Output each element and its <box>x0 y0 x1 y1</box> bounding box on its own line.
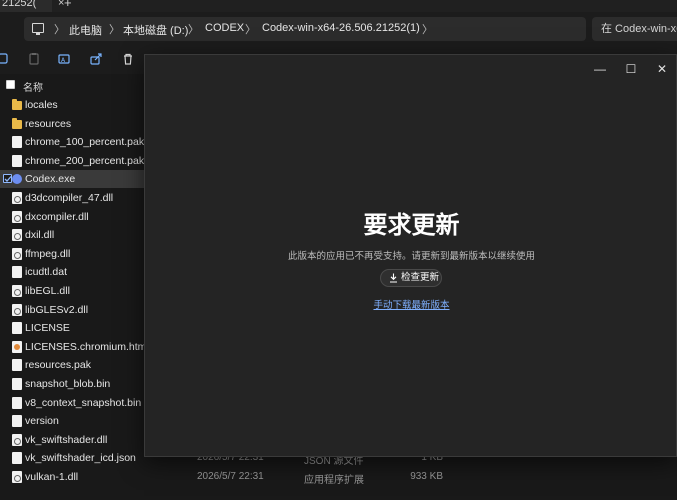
file-name: version <box>25 415 59 428</box>
paste-icon[interactable] <box>27 52 41 66</box>
dll-icon <box>12 247 22 260</box>
dll-icon <box>12 433 22 446</box>
file-name: LICENSES.chromium.html <box>25 340 149 353</box>
file-name: dxil.dll <box>25 229 55 242</box>
doc-icon <box>12 136 22 149</box>
dll-icon <box>12 229 22 242</box>
file-name: vulkan-1.dll <box>25 471 79 483</box>
file-name: resources.pak <box>25 359 91 372</box>
maximize-button[interactable]: ☐ <box>623 61 639 77</box>
doc-icon <box>12 322 22 335</box>
dll-icon <box>12 192 22 204</box>
close-button[interactable]: ✕ <box>654 61 670 77</box>
minimize-button[interactable]: — <box>592 61 608 77</box>
doc-icon <box>12 266 22 279</box>
file-date: 2026/5/7 22:31 <box>197 471 264 482</box>
share-icon[interactable] <box>89 52 103 66</box>
rename-icon[interactable]: A <box>57 52 71 66</box>
check-update-label: 检查更新 <box>401 272 440 283</box>
tab-strip: 21252( × + <box>0 0 677 12</box>
file-name: LICENSE <box>25 322 70 335</box>
doc-icon <box>12 154 22 167</box>
breadcrumb-this-pc[interactable]: 此电脑 <box>69 22 102 38</box>
dll-icon <box>12 303 22 316</box>
file-name: chrome_200_percent.pak <box>25 154 145 167</box>
monitor-icon[interactable] <box>32 23 44 35</box>
breadcrumb-separator[interactable]: 〉 <box>109 21 120 37</box>
html-icon <box>12 340 22 353</box>
select-all-checkbox[interactable] <box>6 80 15 89</box>
file-name: locales <box>25 99 58 111</box>
file-name: v8_context_snapshot.bin <box>25 396 142 409</box>
file-name: vk_swiftshader_icd.json <box>25 452 136 465</box>
breadcrumb-codex[interactable]: CODEX <box>205 22 244 34</box>
breadcrumb-separator[interactable]: 〉 <box>54 21 65 37</box>
file-name: resources <box>25 117 72 130</box>
breadcrumb-separator[interactable]: 〉 <box>245 21 256 37</box>
file-size: 933 KB <box>410 471 443 482</box>
file-row[interactable]: vulkan-1.dll 2026/5/7 22:31 应用程序扩展 933 KB <box>0 468 677 486</box>
file-name: Codex.exe <box>25 173 76 186</box>
file-name: icudtl.dat <box>25 266 68 279</box>
name-column-header[interactable]: 名称 <box>23 79 43 94</box>
breadcrumb-folder[interactable]: Codex-win-x64-26.506.21252(1) <box>262 22 420 34</box>
doc-icon <box>12 378 22 390</box>
dll-icon <box>12 285 22 297</box>
file-name: libEGL.dll <box>25 285 70 297</box>
doc-icon <box>12 396 22 409</box>
folder-icon <box>12 117 22 129</box>
file-name: snapshot_blob.bin <box>25 378 111 390</box>
dialog-title: 要求更新 <box>363 212 460 239</box>
file-name: vk_swiftshader.dll <box>25 433 108 446</box>
dll-icon <box>12 210 22 223</box>
row-checkbox[interactable] <box>3 174 12 184</box>
file-name: dxcompiler.dll <box>25 210 89 223</box>
breadcrumb-drive-d[interactable]: 本地磁盘 (D:) <box>123 22 188 38</box>
file-name: d3dcompiler_47.dll <box>25 192 114 204</box>
check-update-button[interactable]: 检查更新 <box>380 269 442 287</box>
manual-download-link[interactable]: 手动下载最新版本 <box>145 297 677 311</box>
dll-icon <box>12 471 22 483</box>
update-dialog: — ☐ ✕ 要求更新 此版本的应用已不再受支持。请更新到最新版本以继续使用 检查… <box>144 54 677 457</box>
search-input[interactable]: 在 Codex-win-x64-2 <box>592 17 677 41</box>
file-name: libGLESv2.dll <box>25 303 89 316</box>
new-tab-icon[interactable]: + <box>64 0 74 10</box>
dialog-subtitle: 此版本的应用已不再受支持。请更新到最新版本以继续使用 <box>287 251 535 262</box>
download-icon <box>390 273 397 283</box>
exe-icon <box>12 174 22 185</box>
file-name: chrome_100_percent.pak <box>25 136 145 149</box>
delete-icon[interactable] <box>121 52 135 66</box>
file-type: 应用程序扩展 <box>304 475 364 486</box>
breadcrumb[interactable]: 〉 此电脑 〉 本地磁盘 (D:) 〉 CODEX 〉 Codex-win-x6… <box>24 17 586 41</box>
tab-title[interactable]: 21252( <box>0 0 52 12</box>
file-name: ffmpeg.dll <box>25 247 71 260</box>
breadcrumb-expand-icon[interactable]: 〉 <box>422 21 433 37</box>
doc-icon <box>12 415 22 428</box>
doc-icon <box>12 452 22 465</box>
folder-icon <box>12 99 22 110</box>
breadcrumb-separator[interactable]: 〉 <box>188 21 199 37</box>
address-bar: 〉 此电脑 〉 本地磁盘 (D:) 〉 CODEX 〉 Codex-win-x6… <box>0 12 677 46</box>
copy-icon[interactable] <box>0 52 10 66</box>
doc-icon <box>12 359 22 372</box>
